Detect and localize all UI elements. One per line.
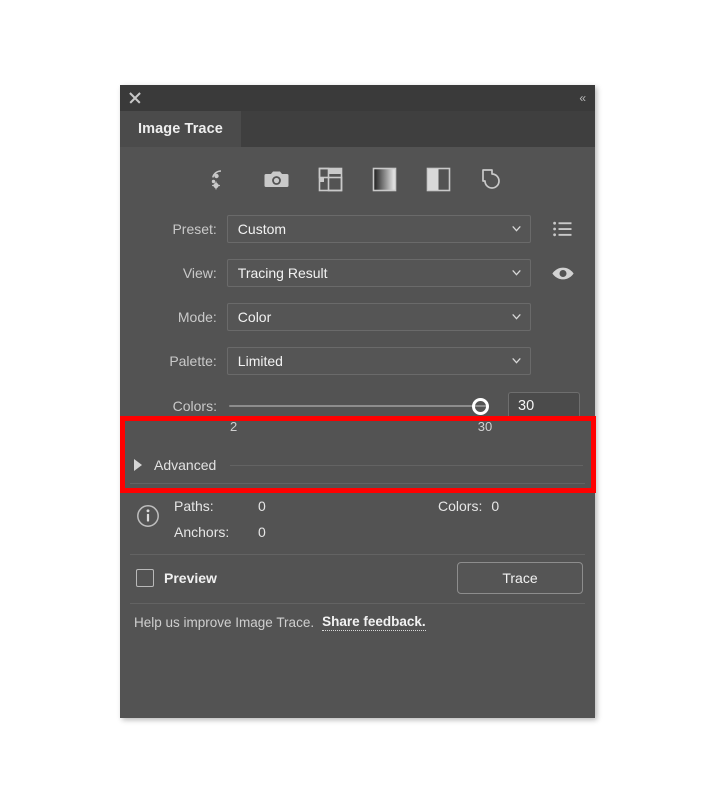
triangle-right-icon [134,459,142,471]
palette-row: Palette: Limited [120,339,595,383]
advanced-section-toggle[interactable]: Advanced [120,447,595,483]
image-trace-panel: « Image Trace Preset: Custom View: Traci… [120,85,595,718]
collapse-panel-icon[interactable]: « [579,92,586,104]
auto-color-icon[interactable] [208,164,238,194]
tabstrip-empty-area [240,111,595,147]
colors-max-label: 30 [477,419,493,434]
preset-label: Preset: [172,221,217,237]
preset-value: Custom [237,221,287,237]
eye-icon[interactable] [551,266,575,281]
footer-text: Help us improve Image Trace. [134,614,315,630]
colors-slider-scale: 2 30 [227,419,505,439]
info-circle-icon[interactable] [136,504,160,533]
black-and-white-icon[interactable] [424,164,454,194]
panel-actions: Preview Trace [120,555,595,603]
low-color-icon[interactable] [316,164,346,194]
preview-label: Preview [164,570,217,586]
panel-tabstrip: Image Trace [120,111,595,147]
mode-row: Mode: Color [120,295,595,339]
colors-slider-track [229,405,487,407]
preview-checkbox-row[interactable]: Preview [136,569,217,587]
mode-label: Mode: [177,309,217,325]
colors-label: Colors: [172,398,217,414]
colors-count-value: 0 [491,497,500,514]
high-color-icon[interactable] [262,164,292,194]
anchors-value: 0 [258,523,266,540]
panel-titlebar: « [120,85,595,111]
grayscale-icon[interactable] [370,164,400,194]
view-label: View: [182,265,217,281]
colors-slider-row: Colors: 30 [132,392,595,420]
preset-icon-row [120,147,595,207]
stats-line-paths: Paths: 0 Colors: 0 [174,493,583,519]
trace-info-block: Paths: 0 Colors: 0 Anchors: 0 [120,484,595,554]
colors-count-label: Colors: [438,497,483,514]
colors-slider-block: Colors: 30 2 30 [120,383,595,447]
view-select[interactable]: Tracing Result [226,259,532,287]
anchors-label: Anchors: [174,523,230,540]
advanced-label: Advanced [154,457,217,473]
palette-value: Limited [237,353,283,369]
colors-min-label: 2 [230,419,238,434]
share-feedback-link[interactable]: Share feedback. [322,614,426,631]
list-menu-icon[interactable] [553,221,573,237]
trace-button[interactable]: Trace [457,562,583,594]
view-row: View: Tracing Result [120,251,595,295]
preset-select[interactable]: Custom [226,215,532,243]
stats-line-anchors: Anchors: 0 [174,519,583,545]
advanced-rule [230,464,583,466]
chevron-down-icon [512,314,521,320]
paths-label: Paths: [174,497,214,514]
chevron-down-icon [512,358,521,364]
mode-value: Color [237,309,272,325]
chevron-down-icon [512,226,521,232]
preview-checkbox[interactable] [136,569,154,587]
palette-label: Palette: [169,353,217,369]
preset-side-slot [531,221,595,237]
outline-icon[interactable] [478,164,508,194]
colors-slider[interactable] [227,393,497,419]
palette-select[interactable]: Limited [226,347,532,375]
panel-body: Preset: Custom View: Tracing Result Mode… [120,147,595,640]
colors-slider-thumb[interactable] [472,397,489,415]
panel-footer: Help us improve Image Trace. Share feedb… [120,604,595,640]
screenshot-canvas: « Image Trace Preset: Custom View: Traci… [0,0,712,804]
mode-select[interactable]: Color [226,303,532,331]
tab-image-trace[interactable]: Image Trace [120,111,241,147]
chevron-down-icon [512,270,521,276]
close-icon[interactable] [128,91,142,105]
view-side-slot [531,266,595,281]
view-value: Tracing Result [237,265,328,281]
preset-row: Preset: Custom [120,207,595,251]
trace-stats: Paths: 0 Colors: 0 Anchors: 0 [174,493,583,545]
colors-value-input[interactable]: 30 [508,392,580,420]
paths-value: 0 [258,497,266,514]
